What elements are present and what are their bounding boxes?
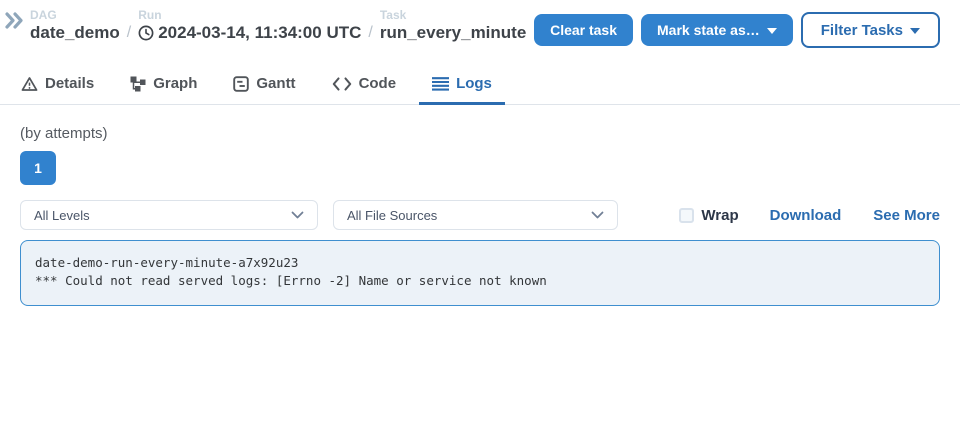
node-graph-icon: [130, 76, 146, 92]
task-label: Task: [380, 8, 526, 22]
dag-label: DAG: [30, 8, 120, 22]
gantt-chart-icon: [233, 76, 249, 92]
log-actions: Wrap Download See More: [679, 207, 940, 224]
log-output[interactable]: date-demo-run-every-minute-a7x92u23 *** …: [20, 240, 940, 306]
see-more-link[interactable]: See More: [873, 207, 940, 224]
tab-graph[interactable]: Graph: [117, 75, 210, 104]
filter-tasks-button[interactable]: Filter Tasks: [801, 12, 940, 48]
tab-graph-label: Graph: [153, 75, 197, 92]
breadcrumb-separator: /: [368, 24, 372, 42]
tab-logs-label: Logs: [456, 75, 492, 92]
code-brackets-icon: [332, 77, 352, 91]
clear-task-label: Clear task: [550, 22, 617, 38]
tab-details-label: Details: [45, 75, 94, 92]
mark-state-as-label: Mark state as…: [657, 22, 760, 38]
dag-name[interactable]: date_demo: [30, 22, 120, 44]
download-link[interactable]: Download: [770, 207, 842, 224]
logs-panel: (by attempts) 1 All Levels All File Sour…: [0, 125, 960, 306]
run-timestamp: 2024-03-14, 11:34:00 UTC: [158, 22, 361, 44]
run-value[interactable]: 2024-03-14, 11:34:00 UTC: [138, 22, 361, 44]
tab-gantt-label: Gantt: [256, 75, 295, 92]
caret-down-icon: [767, 28, 777, 34]
chevron-down-icon: [591, 211, 604, 219]
breadcrumb-separator: /: [127, 24, 131, 42]
tab-code[interactable]: Code: [319, 75, 410, 104]
breadcrumb-run: Run 2024-03-14, 11:34:00 UTC: [138, 8, 361, 44]
clock-icon: [138, 25, 154, 41]
tab-details[interactable]: Details: [8, 75, 107, 104]
log-filter-row: All Levels All File Sources Wrap Downloa…: [20, 200, 940, 230]
log-lines-icon: [432, 77, 449, 91]
header: DAG date_demo / Run 2024-03-14, 11:34:00…: [0, 0, 960, 58]
file-source-select[interactable]: All File Sources: [333, 200, 618, 230]
task-name[interactable]: run_every_minute: [380, 22, 526, 44]
file-source-value: All File Sources: [347, 208, 437, 223]
breadcrumb: DAG date_demo / Run 2024-03-14, 11:34:00…: [30, 8, 526, 44]
mark-state-as-button[interactable]: Mark state as…: [641, 14, 793, 46]
wrap-label: Wrap: [701, 207, 738, 224]
double-chevron-right-icon: [5, 12, 24, 29]
warning-triangle-icon: [21, 76, 38, 92]
tab-gantt[interactable]: Gantt: [220, 75, 308, 104]
run-label: Run: [138, 8, 361, 22]
by-attempts-label: (by attempts): [20, 125, 940, 142]
log-level-value: All Levels: [34, 208, 90, 223]
collapse-sidebar-icon[interactable]: [5, 12, 24, 33]
breadcrumb-task: Task run_every_minute: [380, 8, 526, 44]
log-level-select[interactable]: All Levels: [20, 200, 318, 230]
attempt-1-button[interactable]: 1: [20, 151, 56, 185]
log-line: *** Could not read served logs: [Errno -…: [35, 272, 925, 290]
chevron-down-icon: [291, 211, 304, 219]
tab-bar: Details Graph Gantt Code: [0, 58, 960, 105]
caret-down-icon: [910, 28, 920, 34]
breadcrumb-dag: DAG date_demo: [30, 8, 120, 44]
tab-logs[interactable]: Logs: [419, 75, 505, 104]
log-line: date-demo-run-every-minute-a7x92u23: [35, 254, 925, 272]
header-actions: Clear task Mark state as… Filter Tasks: [534, 8, 940, 48]
filter-tasks-label: Filter Tasks: [821, 22, 903, 39]
clear-task-button[interactable]: Clear task: [534, 14, 633, 46]
wrap-checkbox[interactable]: [679, 208, 694, 223]
tab-code-label: Code: [359, 75, 397, 92]
